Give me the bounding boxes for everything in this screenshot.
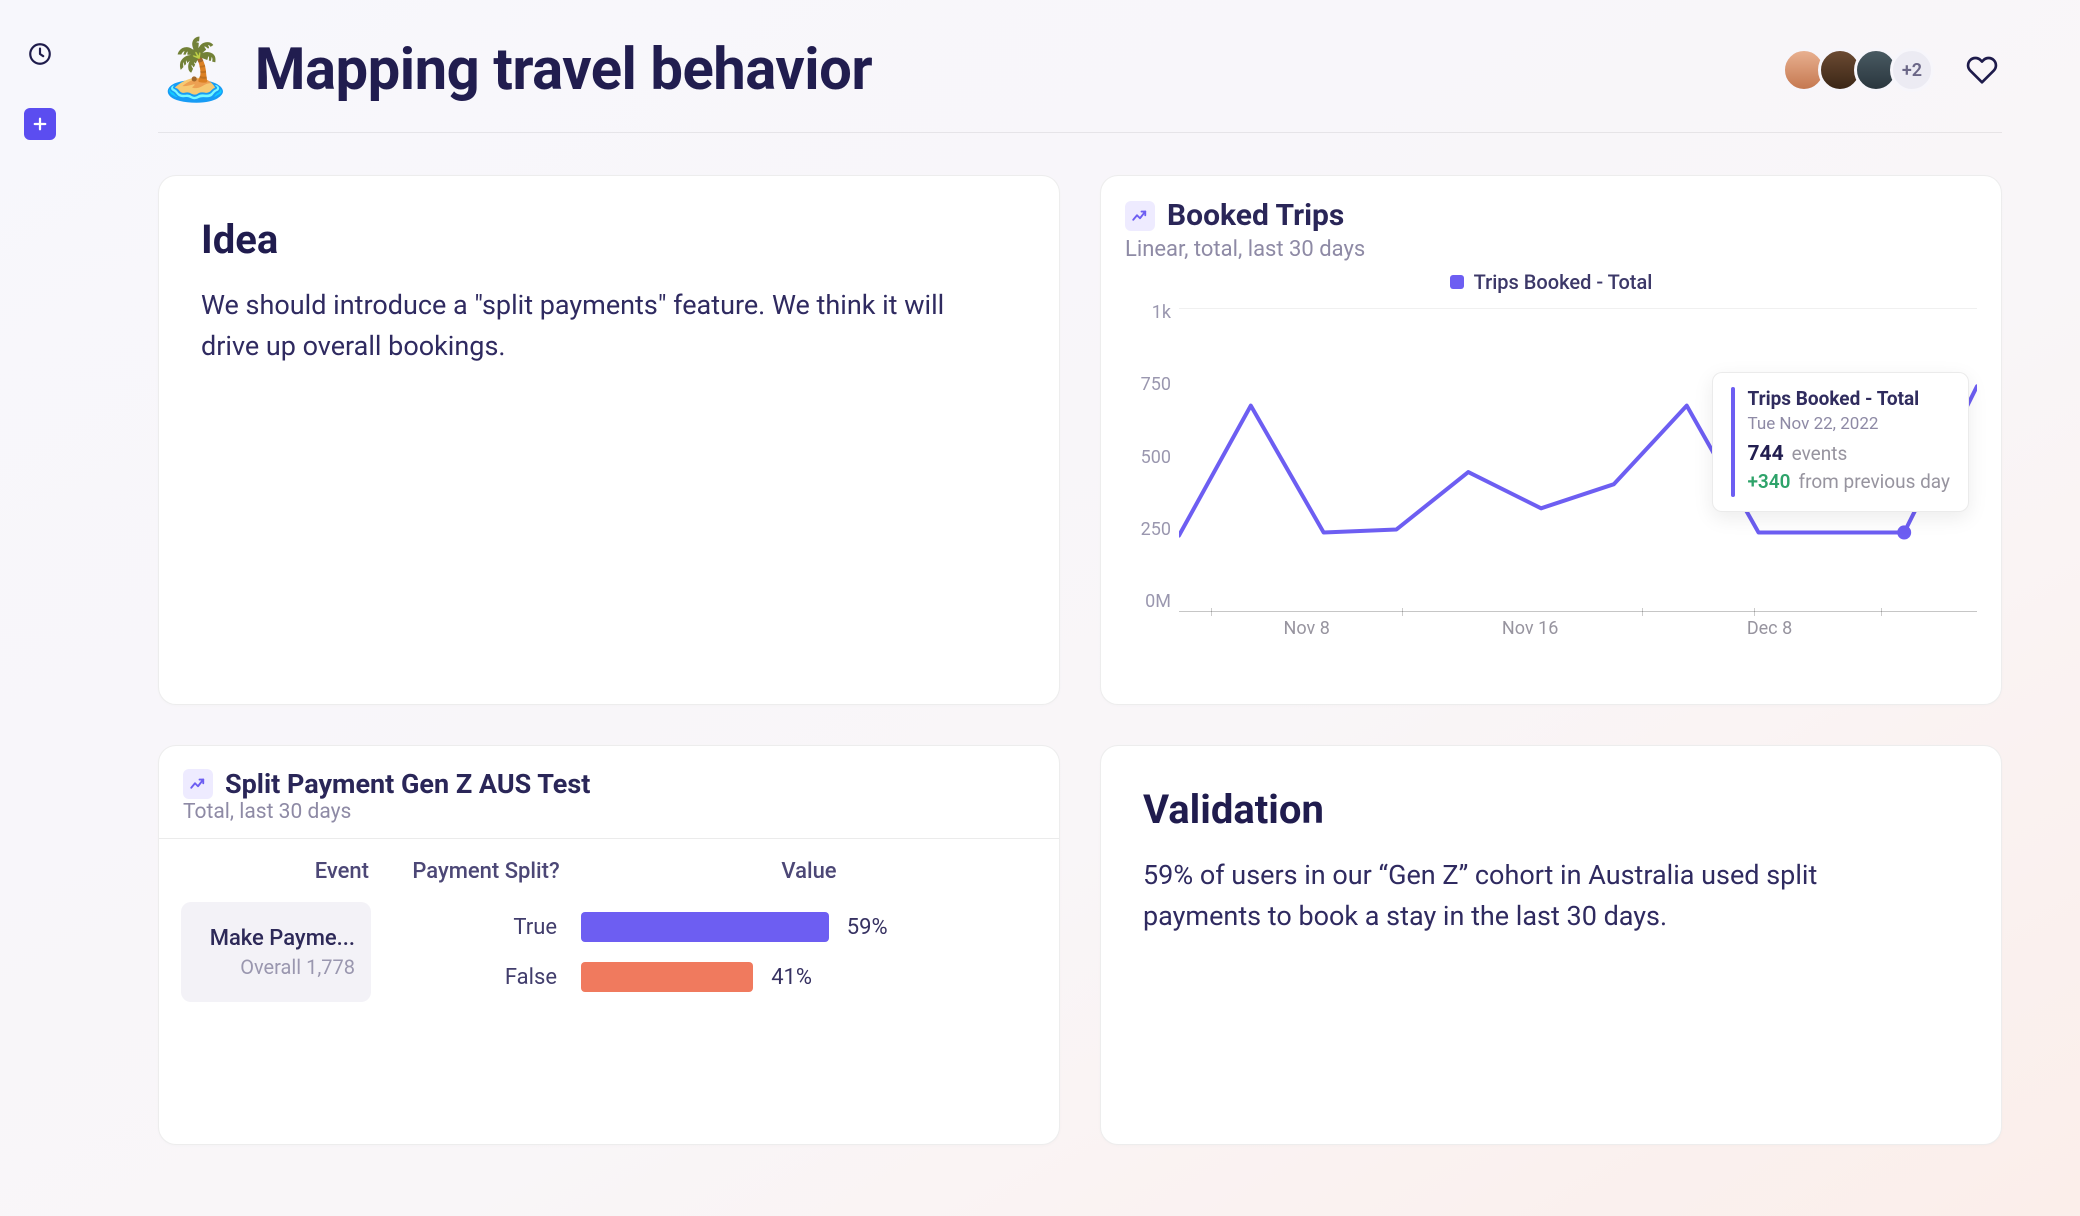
legend-swatch-icon [1450, 275, 1464, 289]
bar-cell: 41% [581, 952, 1037, 1002]
add-button[interactable] [24, 108, 56, 140]
title-wrap: 🏝️ Mapping travel behavior [158, 36, 872, 104]
y-tick: 500 [1125, 447, 1171, 468]
y-tick: 0M [1125, 591, 1171, 612]
line-chart-icon [183, 769, 213, 799]
split-header: Split Payment Gen Z AUS Test Total, last… [159, 768, 1059, 839]
validation-heading: Validation [1143, 786, 1959, 833]
tooltip-delta: +340 [1747, 470, 1790, 493]
event-overall: Overall 1,778 [197, 955, 355, 979]
split-subtitle: Total, last 30 days [183, 800, 1035, 824]
split-title: Split Payment Gen Z AUS Test [225, 768, 590, 800]
y-axis: 1k 750 500 250 0M [1125, 302, 1171, 612]
event-cell[interactable]: Make Payme... Overall 1,778 [181, 902, 371, 1002]
page-title: Mapping travel behavior [255, 36, 872, 104]
favorite-button[interactable] [1962, 50, 2002, 90]
chart-title: Booked Trips [1167, 198, 1344, 233]
idea-body: We should introduce a "split payments" f… [201, 285, 952, 366]
idea-card: Idea We should introduce a "split paymen… [158, 175, 1060, 705]
y-tick: 750 [1125, 374, 1171, 395]
page-emoji: 🏝️ [158, 40, 233, 100]
chart-subtitle: Linear, total, last 30 days [1125, 237, 1977, 262]
avatar-overflow[interactable]: +2 [1890, 48, 1934, 92]
booked-trips-card: Booked Trips Linear, total, last 30 days… [1100, 175, 2002, 705]
col-split: Payment Split? [381, 859, 591, 884]
legend-label: Trips Booked - Total [1474, 270, 1653, 294]
line-chart-icon [1125, 201, 1155, 231]
page-header: 🏝️ Mapping travel behavior +2 [158, 36, 2002, 133]
x-tick: Nov 16 [1502, 618, 1558, 639]
split-table: Event Payment Split? Value Make Payme...… [159, 839, 1059, 1002]
chart-header: Booked Trips Linear, total, last 30 days [1125, 198, 1977, 262]
card-grid: Idea We should introduce a "split paymen… [158, 175, 2002, 1145]
x-tick: Dec 8 [1747, 618, 1792, 639]
tooltip-value-label: events [1792, 442, 1848, 465]
split-row-label: True [371, 915, 581, 940]
bar-cell: 59% [581, 902, 1037, 952]
line-plot[interactable]: 1k 750 500 250 0M Nov 8 [1125, 302, 1977, 642]
tooltip-title: Trips Booked - Total [1747, 387, 1950, 410]
split-payment-card: Split Payment Gen Z AUS Test Total, last… [158, 745, 1060, 1145]
y-tick: 1k [1125, 302, 1171, 323]
y-tick: 250 [1125, 519, 1171, 540]
x-tick: Nov 8 [1284, 618, 1330, 639]
bar-false[interactable] [581, 962, 753, 992]
idea-heading: Idea [201, 216, 1017, 263]
tooltip-accent-icon [1731, 387, 1735, 497]
bar-true[interactable] [581, 912, 829, 942]
tooltip-value: 744 [1747, 442, 1783, 466]
main-content: 🏝️ Mapping travel behavior +2 Idea We sh… [80, 0, 2080, 1216]
tooltip-date: Tue Nov 22, 2022 [1747, 414, 1950, 434]
left-rail [0, 0, 80, 1216]
chart-legend: Trips Booked - Total [1125, 270, 1977, 294]
collaborator-avatars[interactable]: +2 [1790, 48, 1934, 92]
col-event: Event [191, 859, 381, 884]
header-right: +2 [1790, 48, 2002, 92]
table-row: Make Payme... Overall 1,778 True 59% Fal… [181, 902, 1037, 1002]
x-axis: Nov 8 Nov 16 Dec 8 [1179, 618, 1977, 642]
split-columns: Event Payment Split? Value [181, 839, 1037, 902]
bar-pct: 59% [847, 915, 888, 940]
chart-tooltip: Trips Booked - Total Tue Nov 22, 2022 74… [1712, 372, 1969, 512]
split-row-label: False [371, 965, 581, 990]
history-icon[interactable] [24, 38, 56, 70]
validation-card: Validation 59% of users in our “Gen Z” c… [1100, 745, 2002, 1145]
col-value: Value [591, 859, 1027, 884]
bar-pct: 41% [771, 965, 812, 990]
validation-body: 59% of users in our “Gen Z” cohort in Au… [1143, 855, 1926, 936]
tooltip-delta-label: from previous day [1798, 470, 1950, 493]
event-name: Make Payme... [197, 926, 355, 951]
